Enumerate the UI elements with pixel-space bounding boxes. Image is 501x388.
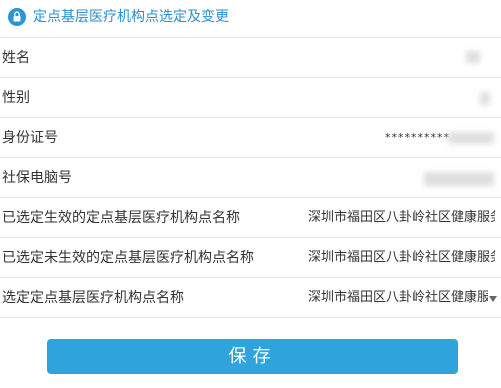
field-row-current-institution: 已选定生效的定点基层医疗机构点名称 深圳市福田区八卦岭社区健康服务中心 [0,198,501,238]
current-institution-value: 深圳市福田区八卦岭社区健康服务中心 [308,210,495,225]
page-title: 定点基层医疗机构点选定及变更 [33,9,229,25]
name-label: 姓名 [2,50,30,66]
field-row-id-number: 身份证号 ********** [0,118,501,158]
field-row-name: 姓名 [0,38,501,78]
social-security-number-label: 社保电脑号 [2,170,72,186]
redacted-id-number-tail [448,132,494,144]
chevron-down-icon [489,296,497,302]
redacted-social-security-number [424,172,494,186]
redacted-name-value [466,51,480,63]
lock-icon [8,8,26,26]
current-institution-label: 已选定生效的定点基层医疗机构点名称 [2,210,240,226]
redacted-gender-value [480,92,490,105]
id-number-label: 身份证号 [2,130,58,146]
save-button[interactable]: 保存 [47,339,458,374]
field-row-gender: 性别 [0,78,501,118]
page-header: 定点基层医疗机构点选定及变更 [0,0,501,38]
gender-label: 性别 [2,90,30,106]
field-row-select-institution: 选定定点基层医疗机构点名称 深圳市福田区八卦岭社区健康服务中心 [0,278,501,318]
field-row-pending-institution: 已选定未生效的定点基层医疗机构点名称 深圳市福田区八卦岭社区健康服务中心 [0,238,501,278]
institution-select[interactable]: 深圳市福田区八卦岭社区健康服务中心 [304,278,501,317]
pending-institution-value: 深圳市福田区八卦岭社区健康服务中心 [308,250,495,265]
pending-institution-label: 已选定未生效的定点基层医疗机构点名称 [2,250,254,266]
select-institution-label: 选定定点基层医疗机构点名称 [2,290,184,306]
institution-select-value: 深圳市福田区八卦岭社区健康服务中心 [308,290,488,305]
id-number-value: ********** [385,131,450,144]
field-row-social-security-number: 社保电脑号 [0,158,501,198]
